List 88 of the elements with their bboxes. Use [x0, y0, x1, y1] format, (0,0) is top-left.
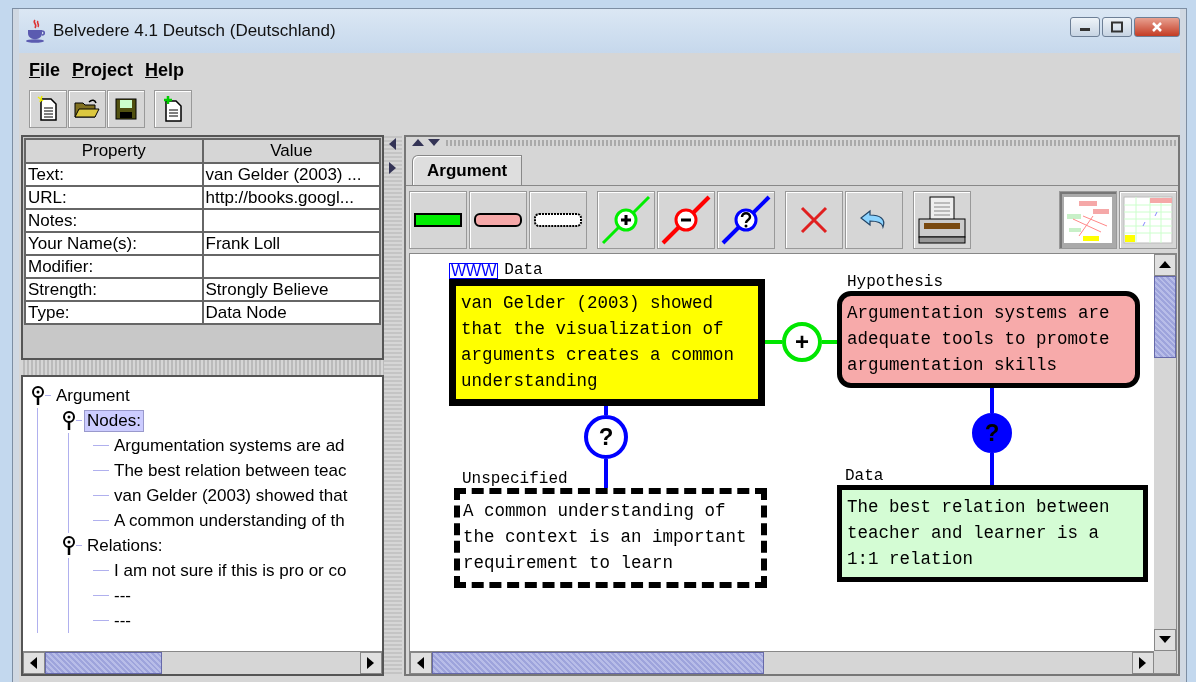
- save-button[interactable]: [107, 90, 145, 128]
- tree-item[interactable]: Nodes:: [84, 409, 144, 432]
- open-folder-button[interactable]: [68, 90, 106, 128]
- unspecified-node[interactable]: A common understanding of the context is an important requirement to learn: [454, 488, 767, 588]
- node-type-label: Unspecified: [462, 470, 568, 488]
- collapse-up-arrow-icon[interactable]: [412, 139, 424, 147]
- add-document-icon: [161, 95, 185, 123]
- add-con-link-button[interactable]: [657, 191, 715, 249]
- data-node[interactable]: van Gelder (2003) showed that the visualization of arguments creates a common understanding: [449, 279, 765, 406]
- add-con-link-icon: [660, 194, 712, 246]
- tab[interactable]: Argument: [412, 155, 523, 185]
- column-header[interactable]: Value: [202, 139, 380, 163]
- expand-down-arrow-icon[interactable]: [428, 139, 440, 147]
- table-view-button[interactable]: [1119, 191, 1177, 249]
- scrollbar-thumb[interactable]: [1154, 276, 1176, 358]
- tree-item[interactable]: Relations:: [84, 534, 166, 557]
- tree-item[interactable]: Argumentation systems are ad: [111, 434, 348, 457]
- scrollbar[interactable]: [23, 651, 382, 674]
- save-icon: [114, 97, 138, 121]
- coffee-cup-icon: [25, 19, 47, 43]
- tree-node-icon[interactable]: [62, 410, 76, 431]
- link-badge[interactable]: WWW: [449, 263, 499, 279]
- table-cell: Type:: [25, 301, 203, 324]
- table-cell: van Gelder (2003) ...: [202, 163, 380, 186]
- expand-right-arrow-icon[interactable]: [389, 162, 397, 174]
- add-document-button[interactable]: [154, 90, 192, 128]
- node-type-label: Data: [504, 261, 543, 279]
- delete-button[interactable]: [785, 191, 843, 249]
- tree-item[interactable]: Argument: [53, 384, 133, 407]
- graph-view-icon: [1063, 196, 1113, 244]
- scrollbar[interactable]: [410, 651, 1154, 674]
- add-hypothesis-node-button[interactable]: [469, 191, 527, 249]
- maximize-icon: [1110, 21, 1124, 33]
- new-document-icon: [36, 95, 60, 123]
- node-type-label: Data: [845, 467, 884, 485]
- table-cell: Notes:: [25, 209, 203, 232]
- add-pro-link-button[interactable]: [597, 191, 655, 249]
- table-cell: Modifier:: [25, 255, 203, 278]
- table-cell: Your Name(s):: [25, 232, 203, 255]
- table-cell: http://books.googl...: [202, 186, 380, 209]
- tree-node-icon[interactable]: [31, 385, 45, 406]
- tree-item[interactable]: ---: [111, 584, 134, 607]
- close-button[interactable]: [1134, 17, 1180, 37]
- hypothesis-node[interactable]: Argumentation systems are adequate tools to promote argumentation skills: [837, 291, 1140, 388]
- delete-icon: [799, 205, 829, 235]
- add-unknown-link-button[interactable]: [717, 191, 775, 249]
- collapse-left-arrow-icon[interactable]: [389, 138, 397, 150]
- tree-item[interactable]: I am not sure if this is pro or co: [111, 559, 350, 582]
- add-unknown-link-icon: [720, 194, 772, 246]
- table-cell: Data Node: [202, 301, 380, 324]
- table-cell: URL:: [25, 186, 203, 209]
- print-icon: [916, 195, 968, 245]
- tree-item[interactable]: ---: [111, 609, 134, 632]
- column-header[interactable]: Property: [25, 139, 203, 163]
- tree-item[interactable]: The best relation between teac: [111, 459, 350, 482]
- table-cell: Strength:: [25, 278, 203, 301]
- node-type-label: Hypothesis: [847, 273, 943, 291]
- add-pro-link-icon: [600, 194, 652, 246]
- add-data-node-button[interactable]: [409, 191, 467, 249]
- add-unspecified-node-button[interactable]: [529, 191, 587, 249]
- tree-item[interactable]: van Gelder (2003) showed that: [111, 484, 351, 507]
- unknown-relation-symbol[interactable]: ?: [584, 415, 628, 459]
- menu-item[interactable]: Project: [72, 59, 134, 81]
- new-document-button[interactable]: [29, 90, 67, 128]
- window-title: Belvedere 4.1 Deutsch (Deutschland): [53, 21, 336, 41]
- scrollbar-thumb[interactable]: [432, 652, 764, 674]
- add-unspecified-node-icon: [534, 212, 582, 228]
- close-icon: [1150, 21, 1164, 33]
- table-cell: Frank Loll: [202, 232, 380, 255]
- add-hypothesis-node-icon: [474, 212, 522, 228]
- table-cell: Text:: [25, 163, 203, 186]
- scrollbar[interactable]: [1154, 254, 1176, 651]
- table-cell: Strongly Believe: [202, 278, 380, 301]
- tree-item[interactable]: A common understanding of th: [111, 509, 348, 532]
- print-button[interactable]: [913, 191, 971, 249]
- graph-view-button[interactable]: [1059, 191, 1117, 249]
- undo-button[interactable]: [845, 191, 903, 249]
- maximize-button[interactable]: [1102, 17, 1132, 37]
- pro-relation-symbol[interactable]: +: [782, 322, 822, 362]
- scrollbar-thumb[interactable]: [45, 652, 162, 674]
- table-view-icon: [1123, 196, 1173, 244]
- open-folder-icon: [73, 97, 101, 121]
- minimize-button[interactable]: [1070, 17, 1100, 37]
- add-data-node-icon: [414, 212, 462, 228]
- data-node[interactable]: The best relation between teacher and learner is a 1:1 relation: [837, 485, 1148, 582]
- menu-item[interactable]: File: [29, 59, 60, 81]
- menu-item[interactable]: Help: [145, 59, 185, 81]
- tree-node-icon[interactable]: [62, 535, 76, 556]
